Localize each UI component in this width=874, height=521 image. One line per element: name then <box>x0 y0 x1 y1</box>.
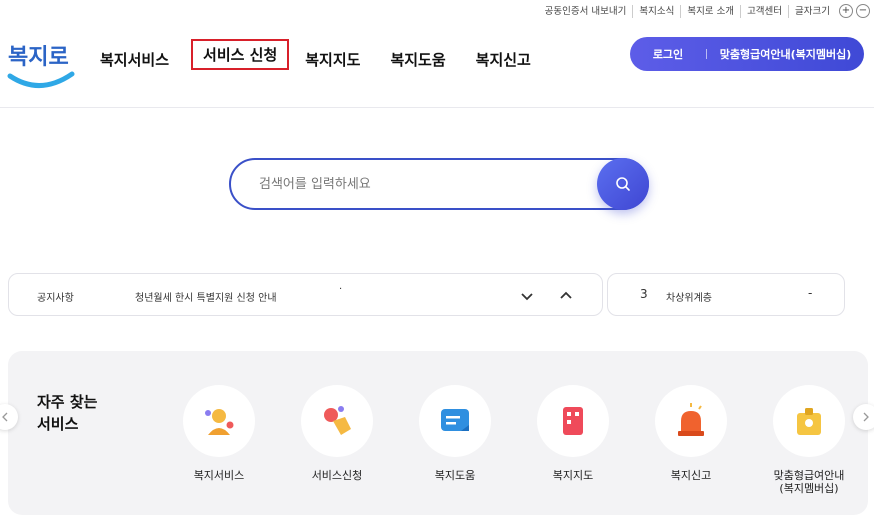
popular-keyword-bar[interactable]: 3 차상위계층 - <box>607 273 845 316</box>
font-decrease-button[interactable]: − <box>856 4 870 18</box>
nav-welfare-report[interactable]: 복지신고 <box>476 49 531 70</box>
person-icon <box>205 409 234 435</box>
quick-item-membership[interactable]: 맞춤형급여안내 (복지멤버십) <box>759 385 859 495</box>
quick-item-label: 복지서비스 <box>193 469 245 482</box>
search-icon <box>616 177 630 191</box>
quick-item-service-apply[interactable]: 서비스신청 <box>287 385 387 482</box>
quick-item-welfare-service[interactable]: 복지서비스 <box>169 385 269 482</box>
header-divider <box>0 107 874 108</box>
chevron-left-icon <box>2 412 8 422</box>
utility-bar: 공동인증서 내보내기 복지소식 복지로 소개 고객센터 글자크기 + − <box>539 4 870 18</box>
nav-welfare-help[interactable]: 복지도움 <box>390 49 445 70</box>
chevron-right-icon <box>863 412 869 422</box>
quick-item-label: 맞춤형급여안내 (복지멤버십) <box>773 469 845 495</box>
quick-item-label: 복지신고 <box>670 469 712 482</box>
util-customer-center[interactable]: 고객센터 <box>740 4 788 18</box>
rank-number: 3 <box>640 287 648 301</box>
quick-title: 자주 찾는 서비스 <box>37 393 98 433</box>
nav-welfare-map[interactable]: 복지지도 <box>305 49 360 70</box>
logo-text: 복지로 <box>8 45 69 70</box>
search-input[interactable] <box>257 173 587 195</box>
search-box <box>229 158 649 210</box>
siren-icon <box>678 403 704 436</box>
font-increase-button[interactable]: + <box>839 4 853 18</box>
notice-bar: 공지사항 청년월세 한시 특별지원 신청 안내 · <box>8 273 603 316</box>
util-font-size: 글자크기 <box>788 4 836 18</box>
chat-icon <box>441 409 469 431</box>
membership-icon <box>797 408 821 435</box>
membership-button[interactable]: 맞춤형급여안내(복지멤버십) <box>707 46 864 62</box>
login-button[interactable]: 로그인 <box>630 46 706 62</box>
util-news[interactable]: 복지소식 <box>632 4 680 18</box>
map-icon <box>563 407 583 435</box>
chevron-down-icon[interactable] <box>519 288 535 304</box>
quick-item-welfare-report[interactable]: 복지신고 <box>641 385 741 482</box>
quick-item-label: 복지지도 <box>552 469 594 482</box>
logo[interactable]: 복지로 <box>6 34 78 94</box>
header-actions: 로그인 맞춤형급여안내(복지멤버십) <box>630 37 864 71</box>
quick-item-welfare-map[interactable]: 복지지도 <box>523 385 623 482</box>
rank-change: - <box>808 286 813 300</box>
quick-item-welfare-help[interactable]: 복지도움 <box>405 385 505 482</box>
util-about[interactable]: 복지로 소개 <box>680 4 740 18</box>
hand-click-icon <box>324 406 351 435</box>
nav-welfare-service[interactable]: 복지서비스 <box>100 49 169 70</box>
quick-item-label: 복지도움 <box>434 469 476 482</box>
notice-dot: · <box>339 284 343 295</box>
main-nav: 복지서비스 서비스 신청 복지지도 복지도움 복지신고 <box>100 39 531 70</box>
quick-item-label: 서비스신청 <box>311 469 363 482</box>
chevron-up-icon[interactable] <box>558 288 574 304</box>
notice-text[interactable]: 청년월세 한시 특별지원 신청 안내 <box>135 289 277 304</box>
util-cert-export[interactable]: 공동인증서 내보내기 <box>539 5 633 18</box>
rank-keyword[interactable]: 차상위계층 <box>666 289 712 304</box>
notice-label: 공지사항 <box>37 293 74 304</box>
nav-service-apply[interactable]: 서비스 신청 <box>191 39 290 70</box>
search-button[interactable] <box>597 158 649 210</box>
